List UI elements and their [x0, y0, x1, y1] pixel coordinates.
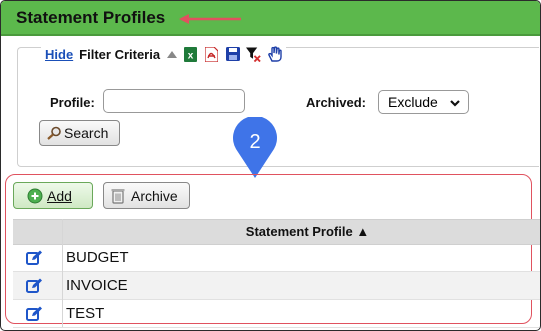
profile-name: INVOICE: [66, 277, 128, 294]
plus-circle-icon: [27, 188, 43, 203]
add-button[interactable]: Add: [13, 182, 93, 209]
table-row: INVOICE: [13, 272, 540, 300]
profile-label: Profile:: [50, 95, 95, 110]
statement-profile-column-header[interactable]: Statement Profile ▲: [75, 220, 540, 244]
app-window: Statement Profiles Hide Filter Criteria …: [0, 0, 541, 331]
save-icon[interactable]: [225, 47, 240, 62]
profile-name: TEST: [66, 305, 105, 322]
archived-label: Archived:: [306, 95, 366, 110]
pdf-export-icon[interactable]: [204, 46, 219, 62]
clear-filter-icon[interactable]: [246, 47, 261, 62]
magnifier-icon: [47, 126, 61, 140]
table-row: TEST: [13, 300, 540, 328]
pointer-arrow-icon: [179, 14, 241, 24]
chevron-down-icon: [450, 100, 460, 107]
excel-export-icon[interactable]: x: [183, 46, 198, 62]
touch-icon[interactable]: [267, 46, 282, 62]
add-button-label: Add: [47, 187, 72, 204]
profile-name: BUDGET: [66, 249, 129, 266]
archive-button[interactable]: Archive: [103, 182, 190, 209]
archived-select[interactable]: Exclude: [378, 90, 469, 114]
filter-criteria-header: Hide Filter Criteria x: [41, 45, 287, 63]
column-divider: [62, 219, 63, 327]
page-title: Statement Profiles: [16, 8, 166, 27]
svg-text:x: x: [188, 50, 194, 61]
step-2-badge-number: 2: [249, 131, 260, 153]
search-button-label: Search: [64, 125, 109, 141]
archive-button-label: Archive: [131, 187, 178, 204]
trash-can-icon: [111, 189, 125, 204]
filter-criteria-label: Filter Criteria: [79, 46, 161, 62]
hide-filter-link[interactable]: Hide: [45, 47, 73, 62]
edit-icon[interactable]: [26, 278, 42, 294]
step-2-badge: 2: [233, 117, 277, 178]
table-row: BUDGET: [13, 244, 540, 272]
profile-input[interactable]: [103, 89, 245, 113]
archived-select-value: Exclude: [388, 94, 438, 110]
edit-icon[interactable]: [26, 306, 42, 322]
title-bar: Statement Profiles: [1, 1, 540, 36]
collapse-arrow-icon[interactable]: [167, 50, 178, 58]
table-header: Statement Profile ▲: [13, 219, 540, 245]
search-button[interactable]: Search: [39, 120, 120, 146]
edit-icon[interactable]: [26, 250, 42, 266]
